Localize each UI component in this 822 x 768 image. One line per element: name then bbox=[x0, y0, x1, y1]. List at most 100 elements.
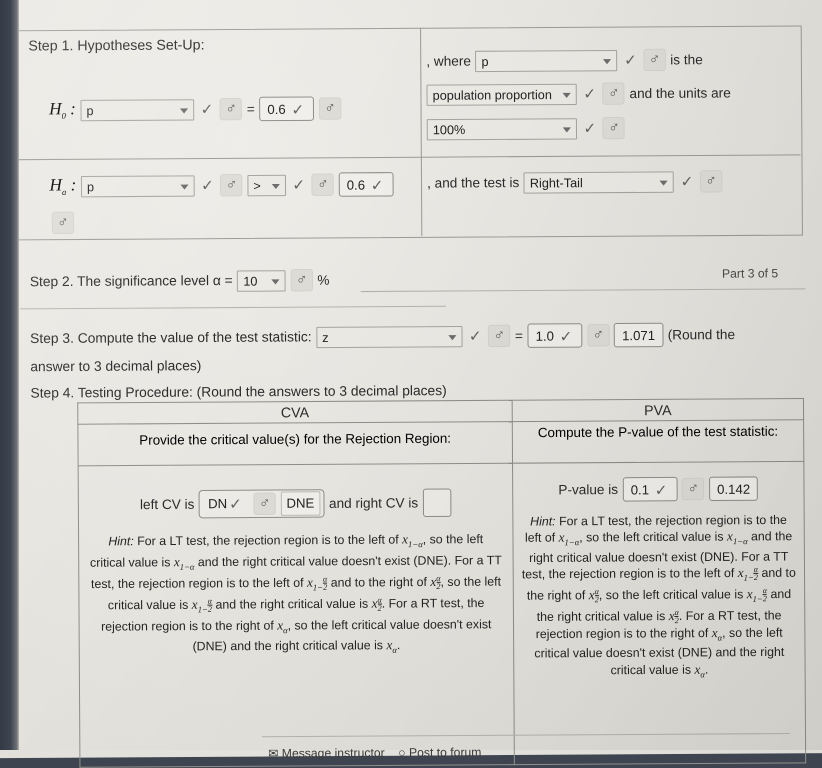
cva-hint-l5: the left of bbox=[252, 575, 304, 590]
x-sub-1-minus-alpha-half-b: x1− α 2 bbox=[191, 596, 213, 615]
ha-parameter-select[interactable]: p bbox=[80, 174, 195, 197]
and-units-label: and the units are bbox=[629, 85, 731, 102]
pva-hint-l12: critical value is bbox=[584, 609, 666, 624]
percent-label: % bbox=[317, 272, 330, 288]
cva-hint-l3: and the right critical value bbox=[197, 553, 339, 570]
divider-top bbox=[360, 288, 806, 293]
where-check-icon: ✓ bbox=[624, 51, 637, 70]
x-sub-1-minus-alpha-b: x1−α bbox=[173, 553, 195, 572]
is-the-label: is the bbox=[670, 51, 703, 68]
df-value: 1.0 bbox=[535, 328, 554, 344]
units-value-status-icon[interactable]: ♂ bbox=[602, 116, 626, 140]
h0-value-check-icon: ✓ bbox=[291, 101, 305, 119]
pva-hint-l1: For a LT test, the rejection region bbox=[558, 513, 741, 529]
table-content-row: left CV is DN ✓ ♂ DNE and right CV is Hin… bbox=[78, 461, 806, 768]
pva-content-cell: P-value is 0.1 ✓ ♂ 0.142 Hint: For a LT … bbox=[512, 461, 806, 765]
table-subheader-row: Provide the critical value(s) for the Re… bbox=[77, 419, 804, 466]
left-cv-status-icon[interactable]: ♂ bbox=[253, 492, 276, 515]
left-cv-row: left CV is DN ✓ ♂ DNE and right CV is bbox=[83, 488, 508, 519]
test-type-check-icon: ✓ bbox=[680, 173, 694, 191]
where-status-icon[interactable]: ♂ bbox=[643, 48, 666, 72]
x-sub-alpha-a: xα bbox=[277, 616, 288, 635]
units-select-status-icon[interactable]: ♂ bbox=[602, 82, 626, 105]
testing-procedure-table: CVA PVA Provide the critical value(s) fo… bbox=[77, 398, 806, 768]
post-to-forum-icon[interactable]: ○ bbox=[398, 746, 405, 760]
pvalue-label: P-value is bbox=[558, 481, 619, 498]
pva-x-sub-1-minus-alpha-half-b: x1− α 2 bbox=[746, 586, 768, 605]
ha-operator-check-icon: ✓ bbox=[292, 176, 306, 195]
where-parameter-select[interactable]: p bbox=[475, 49, 618, 72]
pva-subheader-cell: Compute the P-value of the test statisti… bbox=[512, 419, 804, 464]
step3-label: Step 3. Compute the value of the test st… bbox=[30, 329, 312, 347]
divider-bottom bbox=[19, 305, 447, 310]
ha-extra-status-icon-wrap: ♂ bbox=[51, 211, 75, 235]
test-statistic-status-icon[interactable]: ♂ bbox=[488, 324, 511, 348]
h0-value-status-icon[interactable]: ♂ bbox=[318, 97, 342, 120]
pva-x-sub-alpha-half-a: xα2 bbox=[588, 587, 599, 605]
pva-x-sub-1-minus-alpha-b: x1−α bbox=[726, 528, 748, 547]
x-sub-alpha-b: xα bbox=[386, 637, 397, 656]
x-sub-alpha-half-a: xα2 bbox=[430, 573, 441, 591]
message-instructor-link[interactable]: Message instructor bbox=[282, 746, 385, 761]
ha-operator-status-icon[interactable]: ♂ bbox=[311, 173, 335, 196]
cva-hint-l9: and the right critical value is bbox=[215, 596, 369, 612]
test-statistic-answer-box[interactable]: 1.071 bbox=[613, 322, 664, 348]
ha-param-check-icon: ✓ bbox=[201, 177, 214, 195]
message-instructor-icon[interactable]: ✉ bbox=[268, 746, 278, 760]
test-statistic-check-icon: ✓ bbox=[468, 327, 482, 346]
test-type-status-icon[interactable]: ♂ bbox=[699, 170, 723, 193]
x-sub-1-minus-alpha-a: x1−α bbox=[402, 531, 423, 550]
photographed-page: Step 1. Hypotheses Set-Up: H0 : p ✓ ♂ = … bbox=[0, 0, 822, 768]
alpha-select[interactable]: 10 bbox=[237, 269, 287, 292]
footer-bar: ✉ Message instructor ○ Post to forum bbox=[268, 745, 481, 761]
ha-value-box[interactable]: 0.6 ✓ bbox=[338, 172, 394, 197]
left-cv-select[interactable]: DN ✓ bbox=[203, 493, 249, 516]
right-cv-input[interactable] bbox=[422, 488, 452, 518]
pva-hint-l3: so the left critical bbox=[586, 529, 679, 545]
test-is-label: , and the test is bbox=[427, 174, 520, 191]
pva-hint-l14: rejection region is to the right of bbox=[535, 625, 709, 641]
right-cv-label: and right CV is bbox=[328, 495, 419, 512]
df-status-icon[interactable]: ♂ bbox=[587, 324, 610, 347]
cva-hint-l14: . bbox=[396, 638, 401, 653]
left-cv-group[interactable]: DN ✓ ♂ DNE bbox=[198, 489, 325, 519]
population-parameter-select[interactable]: population proportion bbox=[426, 83, 577, 106]
pva-column-header: PVA bbox=[512, 398, 804, 422]
units-select-check-icon: ✓ bbox=[583, 85, 597, 103]
h0-value-box[interactable]: 0.6 ✓ bbox=[259, 96, 315, 122]
screen-left-bezel bbox=[0, 0, 19, 750]
pvalue-select-box[interactable]: 0.1 ✓ bbox=[622, 476, 678, 502]
ha-value-status-icon[interactable]: ♂ bbox=[51, 211, 75, 235]
where-label: , where bbox=[426, 53, 471, 69]
null-hypothesis-row: H0 : p ✓ ♂ = 0.6 ✓ ♂ bbox=[49, 96, 342, 122]
cva-hint-l8: value is bbox=[146, 597, 189, 612]
left-cv-select-value: DN bbox=[207, 495, 228, 512]
units-value-check-icon: ✓ bbox=[583, 120, 597, 138]
pva-x-sub-alpha-half-b: xα2 bbox=[668, 608, 679, 626]
pva-hint: Hint: For a LT test, the rejection regio… bbox=[521, 512, 796, 680]
h0-parameter-select[interactable]: p bbox=[80, 98, 195, 121]
left-cv-check-icon: ✓ bbox=[229, 495, 242, 513]
units-value-row: 100% ✓ ♂ bbox=[426, 116, 626, 141]
test-statistic-select[interactable]: z bbox=[316, 325, 463, 348]
cva-content-cell: left CV is DN ✓ ♂ DNE and right CV is Hin… bbox=[78, 463, 515, 768]
ha-param-status-icon[interactable]: ♂ bbox=[220, 174, 243, 197]
df-check-icon: ✓ bbox=[559, 327, 573, 346]
step3-round-note2: answer to 3 decimal places) bbox=[30, 358, 202, 375]
part-indicator: Part 3 of 5 bbox=[721, 266, 779, 281]
units-select-row: population proportion ✓ ♂ and the units … bbox=[426, 82, 731, 106]
cva-hint-l12: , so the left critical bbox=[287, 617, 387, 633]
alpha-status-icon[interactable]: ♂ bbox=[290, 269, 313, 292]
pvalue-status-icon[interactable]: ♂ bbox=[682, 477, 705, 501]
units-value-select[interactable]: 100% bbox=[426, 117, 578, 140]
post-to-forum-link[interactable]: Post to forum bbox=[409, 745, 482, 760]
h0-param-status-icon[interactable]: ♂ bbox=[219, 97, 243, 121]
df-value-box[interactable]: 1.0 ✓ bbox=[527, 323, 583, 348]
left-cv-value[interactable]: DNE bbox=[280, 491, 321, 516]
ha-operator-select[interactable]: > bbox=[247, 174, 286, 196]
cva-subheader: Provide the critical value(s) for the Re… bbox=[139, 430, 452, 448]
test-type-select[interactable]: Right-Tail bbox=[523, 170, 675, 194]
test-statistic-equals: = bbox=[514, 328, 523, 344]
pva-hint-l7: rejection region is to the left of bbox=[569, 566, 735, 582]
pvalue-answer-box[interactable]: 0.142 bbox=[708, 476, 759, 502]
